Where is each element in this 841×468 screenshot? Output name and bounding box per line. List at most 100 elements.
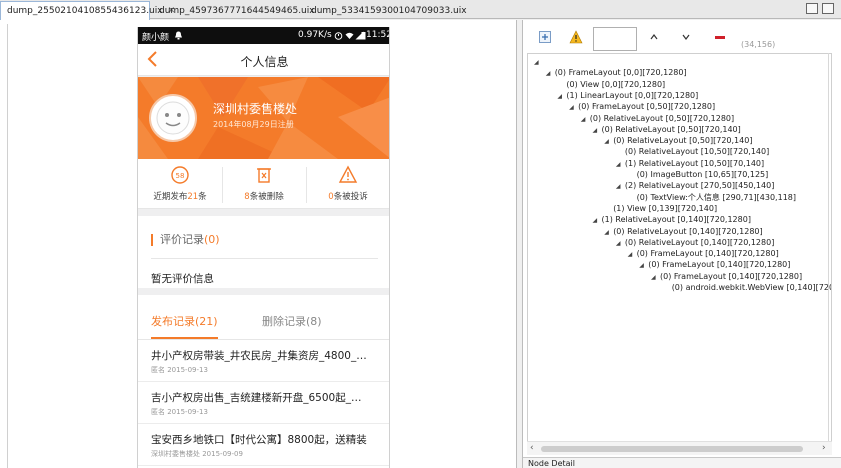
tree-expand-icon[interactable]: ◢ <box>593 215 602 226</box>
scroll-left-icon[interactable]: ‹ <box>530 443 534 453</box>
tree-node-label: (0) FrameLayout [0,140][720,1280] <box>660 271 803 281</box>
editor-tab-label: dump_4597367771644549465.uix <box>159 5 315 16</box>
editor-tab-2[interactable]: dump_4597367771644549465.uix <box>153 2 315 19</box>
tree-expand-icon[interactable]: ◢ <box>604 227 613 238</box>
list-item[interactable]: 井小产权房带装_井农民房_井集资房_4800_… 匿名 2015-09-13 <box>138 340 389 382</box>
tree-node-label: (0) RelativeLayout [0,50][720,1280] <box>589 113 735 123</box>
tree-node-label: (0) TextView:个人信息 [290,71][430,118] <box>636 192 796 202</box>
tree-node-label: (0) android.webkit.WebView [0,140][720,1… <box>671 283 832 292</box>
list-item[interactable]: 吉小产权房出售_吉统建楼新开盘_6500起_… 匿名 2015-09-13 <box>138 382 389 424</box>
tree-node-label: (0) ImageButton [10,65][70,125] <box>636 170 769 179</box>
tree-node[interactable]: (0) android.webkit.WebView [0,140][720,1… <box>663 282 832 293</box>
tree-node-label: (0) RelativeLayout [0,50][720,140] <box>601 124 741 134</box>
tree-node[interactable]: ◢ (2) RelativeLayout [270,50][450,140] <box>616 180 774 191</box>
post-meta: 匿名 2015-09-13 <box>151 408 208 416</box>
divider <box>151 258 378 259</box>
tree-node-label: (0) FrameLayout [0,50][720,1280] <box>578 102 716 112</box>
tree-node[interactable]: ◢ <box>534 56 543 67</box>
tree-node[interactable]: ◢ (0) FrameLayout [0,50][720,1280] <box>569 101 715 112</box>
tree-node[interactable]: ◢ (1) LinearLayout [0,0][720,1280] <box>557 90 698 101</box>
previous-icon[interactable] <box>647 30 661 44</box>
tree-node-label: (1) LinearLayout [0,0][720,1280] <box>566 90 699 100</box>
search-input[interactable] <box>593 27 637 51</box>
stat-recent-posts[interactable]: 58 近期发布21条 <box>138 159 222 209</box>
tree-node[interactable]: (0) RelativeLayout [10,50][720,140] <box>616 146 769 157</box>
tree-expand-icon[interactable]: ◢ <box>569 102 578 113</box>
tree-expand-icon[interactable]: ◢ <box>546 68 555 79</box>
horizontal-scrollbar[interactable]: ‹ › <box>527 441 832 455</box>
tree-node-label: (0) RelativeLayout [10,50][720,140] <box>624 147 770 157</box>
node-detail-header: Node Detail <box>523 457 841 468</box>
post-title: 井小产权房带装_井农民房_井集资房_4800_… <box>151 350 367 362</box>
tree-node-label: (1) View [0,139][720,140] <box>613 203 718 213</box>
tree-node[interactable]: ◢ (0) RelativeLayout [0,50][720,140] <box>593 124 741 135</box>
tree-node-label: (0) RelativeLayout [0,50][720,140] <box>613 136 753 146</box>
svg-text:58: 58 <box>176 172 185 180</box>
tree-node-label: (1) RelativeLayout [10,50][70,140] <box>624 158 765 168</box>
device-screen[interactable]: 颜小颜 0.97K/s 11:52 个人信息 深圳村委售楼处 2014年08月2… <box>137 27 390 468</box>
post-title: 吉小产权房出售_吉统建楼新开盘_6500起_… <box>151 392 362 404</box>
tree-node[interactable]: ◢ (0) FrameLayout [0,0][720,1280] <box>546 67 687 78</box>
tree-node[interactable]: ◢ (1) RelativeLayout [0,140][720,1280] <box>593 214 751 225</box>
profile-header: 深圳村委售楼处 2014年08月29日注册 <box>138 77 389 159</box>
tree-divider <box>828 53 829 453</box>
list-item[interactable]: 宝安西乡地铁口【时代公寓】8800起，送精装 深圳村委售楼处 2015-09-0… <box>138 424 389 466</box>
tree-expand-icon[interactable]: ◢ <box>616 159 625 170</box>
tree-expand-icon[interactable]: ◢ <box>639 260 648 271</box>
editor-tab-3[interactable]: dump_5334159300104709033.uix <box>305 2 467 19</box>
stat-label: 近期发布21条 <box>153 192 207 202</box>
tree-node-label: (0) FrameLayout [0,140][720,1280] <box>648 260 791 270</box>
scroll-right-icon[interactable]: › <box>822 443 826 453</box>
tree-expand-icon[interactable]: ◢ <box>581 114 590 125</box>
tree-node-label: (0) RelativeLayout [0,140][720,1280] <box>613 226 763 236</box>
expand-all-icon[interactable] <box>538 30 552 44</box>
tree-node[interactable]: (0) ImageButton [10,65][70,125] <box>628 169 769 180</box>
badge-58-icon: 58 <box>171 166 189 184</box>
tree-expand-icon[interactable]: ◢ <box>534 57 543 68</box>
clear-search-icon[interactable] <box>713 30 727 44</box>
cursor-coordinates: (34,156) <box>741 40 776 49</box>
minimize-button[interactable] <box>806 3 818 14</box>
tree-expand-icon[interactable]: ◢ <box>593 125 602 136</box>
tree-node[interactable]: ◢ (0) RelativeLayout [0,50][720,140] <box>604 135 752 146</box>
warning-toggle-icon[interactable] <box>569 30 583 44</box>
tree-node[interactable]: ◢ (0) RelativeLayout [0,140][720,1280] <box>604 226 762 237</box>
next-icon[interactable] <box>679 30 693 44</box>
tree-expand-icon[interactable]: ◢ <box>628 249 637 260</box>
tree-node[interactable]: (0) View [0,0][720,1280] <box>557 79 665 90</box>
tree-node[interactable]: ◢ (0) RelativeLayout [0,50][720,1280] <box>581 113 734 124</box>
evaluation-empty-text: 暂无评价信息 <box>151 273 214 285</box>
trash-icon <box>257 168 271 183</box>
stat-deleted[interactable]: 8条被删除 <box>222 159 306 209</box>
tree-node[interactable]: ◢ (1) RelativeLayout [10,50][70,140] <box>616 158 764 169</box>
tree-node[interactable]: ◢ (0) FrameLayout [0,140][720,1280] <box>628 248 779 259</box>
tree-node-label: (0) FrameLayout [0,0][720,1280] <box>554 68 687 78</box>
hierarchy-tree[interactable]: ◢ ◢ (0) FrameLayout [0,0][720,1280] (0) Vie… <box>527 53 832 453</box>
evaluation-card: 评价记录(0) 暂无评价信息 <box>138 216 389 288</box>
clock: 11:52 <box>366 30 390 40</box>
scrollbar-thumb[interactable] <box>541 446 803 452</box>
tree-node-label: (0) FrameLayout [0,140][720,1280] <box>636 249 779 259</box>
tree-node-label: (2) RelativeLayout [270,50][450,140] <box>624 181 775 191</box>
page-title: 个人信息 <box>240 55 289 69</box>
tree-expand-icon[interactable]: ◢ <box>651 272 660 283</box>
stats-row: 58 近期发布21条 8条被删除 0条被投诉 <box>138 159 389 209</box>
tab-deleted-records[interactable]: 删除记录(8) <box>262 313 322 329</box>
tree-node[interactable]: ◢ (0) FrameLayout [0,140][720,1280] <box>639 259 790 270</box>
canvas-border <box>7 24 8 468</box>
tree-expand-icon[interactable]: ◢ <box>604 136 613 147</box>
tree-node[interactable]: (0) TextView:个人信息 [290,71][430,118] <box>628 192 796 203</box>
editor-tab-label: dump_5334159300104709033.uix <box>311 5 467 16</box>
maximize-button[interactable] <box>822 3 834 14</box>
net-speed: 0.97K/s <box>298 30 332 40</box>
tree-node[interactable]: ◢ (0) FrameLayout [0,140][720,1280] <box>651 271 802 282</box>
tree-expand-icon[interactable]: ◢ <box>616 181 625 192</box>
avatar[interactable] <box>149 94 197 142</box>
tree-expand-icon[interactable]: ◢ <box>616 238 625 249</box>
tree-node[interactable]: ◢ (0) RelativeLayout [0,140][720,1280] <box>616 237 774 248</box>
tab-published-records[interactable]: 发布记录(21) <box>151 313 218 329</box>
editor-tab-bar: dump_2550210410855436123.uix ✕ dump_4597… <box>0 0 841 20</box>
stat-complaints[interactable]: 0条被投诉 <box>306 159 389 209</box>
tree-node[interactable]: (1) View [0,139][720,140] <box>604 203 717 214</box>
editor-tab-1[interactable]: dump_2550210410855436123.uix ✕ <box>0 1 175 20</box>
